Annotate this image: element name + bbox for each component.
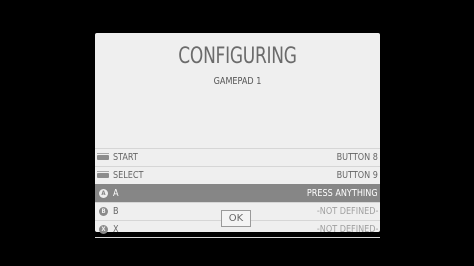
select-button-icon	[97, 171, 109, 178]
b-button-icon: B	[99, 207, 108, 216]
dialog-title: CONFIGURING	[178, 44, 297, 69]
a-button-icon: A	[99, 189, 108, 198]
mapping-value: PRESS ANYTHING	[307, 188, 378, 199]
mapping-label: START	[113, 152, 138, 163]
mapping-label: SELECT	[113, 170, 144, 181]
mapping-row-start[interactable]: START BUTTON 8	[95, 148, 380, 166]
ok-button[interactable]: OK	[221, 210, 251, 227]
x-button-icon: X	[99, 225, 108, 234]
mapping-label: X	[113, 224, 119, 235]
start-button-icon	[97, 153, 109, 160]
mapping-label: B	[113, 206, 119, 217]
mapping-label: A	[113, 188, 119, 199]
mapping-value: BUTTON 8	[336, 152, 378, 163]
mapping-value: -NOT DEFINED-	[316, 206, 378, 217]
configure-input-dialog: CONFIGURING GAMEPAD 1 START BUTTON 8 SEL…	[95, 33, 380, 238]
mapping-value: BUTTON 9	[336, 170, 378, 181]
mapping-row-select[interactable]: SELECT BUTTON 9	[95, 166, 380, 184]
dialog-subtitle: GAMEPAD 1	[213, 76, 262, 87]
mapping-value: -NOT DEFINED-	[316, 224, 378, 235]
mapping-row-a[interactable]: A A PRESS ANYTHING	[95, 184, 380, 202]
